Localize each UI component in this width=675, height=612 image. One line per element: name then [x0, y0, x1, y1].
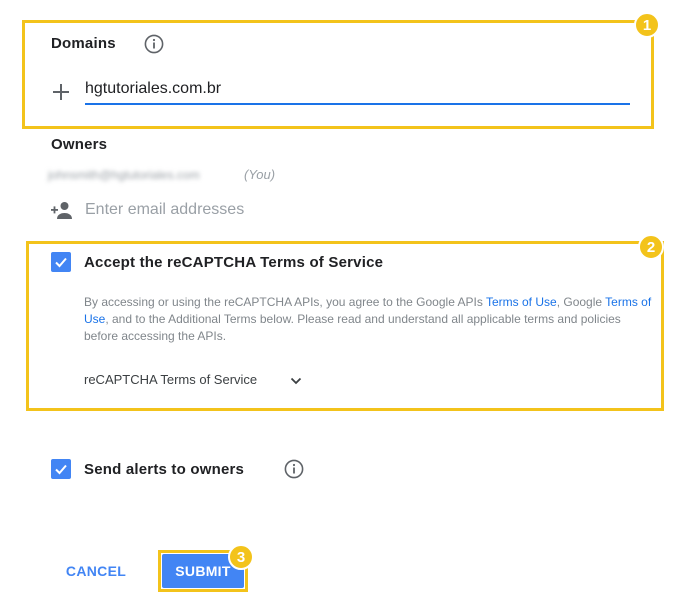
email-addresses-input[interactable] — [85, 198, 385, 222]
send-alerts-checkbox[interactable] — [51, 459, 71, 479]
terms-description: By accessing or using the reCAPTCHA APIs… — [84, 294, 656, 345]
owner-email: johnsmith@hgtutoriales.com — [48, 168, 200, 182]
terms-text-part3: , and to the Additional Terms below. Ple… — [84, 312, 621, 343]
owners-title: Owners — [51, 136, 108, 153]
highlight-badge-1: 1 — [634, 12, 660, 38]
terms-of-use-link-1[interactable]: Terms of Use — [486, 295, 557, 309]
accept-terms-label: Accept the reCAPTCHA Terms of Service — [84, 254, 384, 271]
highlight-box-domains — [22, 20, 654, 129]
checkmark-icon — [55, 257, 67, 268]
chevron-down-icon[interactable] — [289, 374, 303, 388]
domains-title: Domains — [51, 35, 116, 52]
person-add-icon — [51, 202, 72, 219]
highlight-badge-3: 3 — [228, 544, 254, 570]
domain-input[interactable] — [85, 78, 630, 105]
owner-you-tag: (You) — [244, 167, 276, 182]
accept-terms-checkbox[interactable] — [51, 252, 71, 272]
terms-dropdown-label[interactable]: reCAPTCHA Terms of Service — [84, 372, 257, 387]
plus-icon[interactable] — [52, 83, 70, 101]
checkmark-icon — [55, 464, 67, 475]
info-icon[interactable] — [284, 459, 304, 479]
highlight-badge-2: 2 — [638, 234, 664, 260]
terms-text-part2: , Google — [556, 295, 606, 309]
cancel-button[interactable]: CANCEL — [60, 556, 132, 586]
terms-text-part1: By accessing or using the reCAPTCHA APIs… — [84, 295, 486, 309]
info-icon[interactable] — [144, 34, 164, 54]
send-alerts-label: Send alerts to owners — [84, 461, 245, 478]
